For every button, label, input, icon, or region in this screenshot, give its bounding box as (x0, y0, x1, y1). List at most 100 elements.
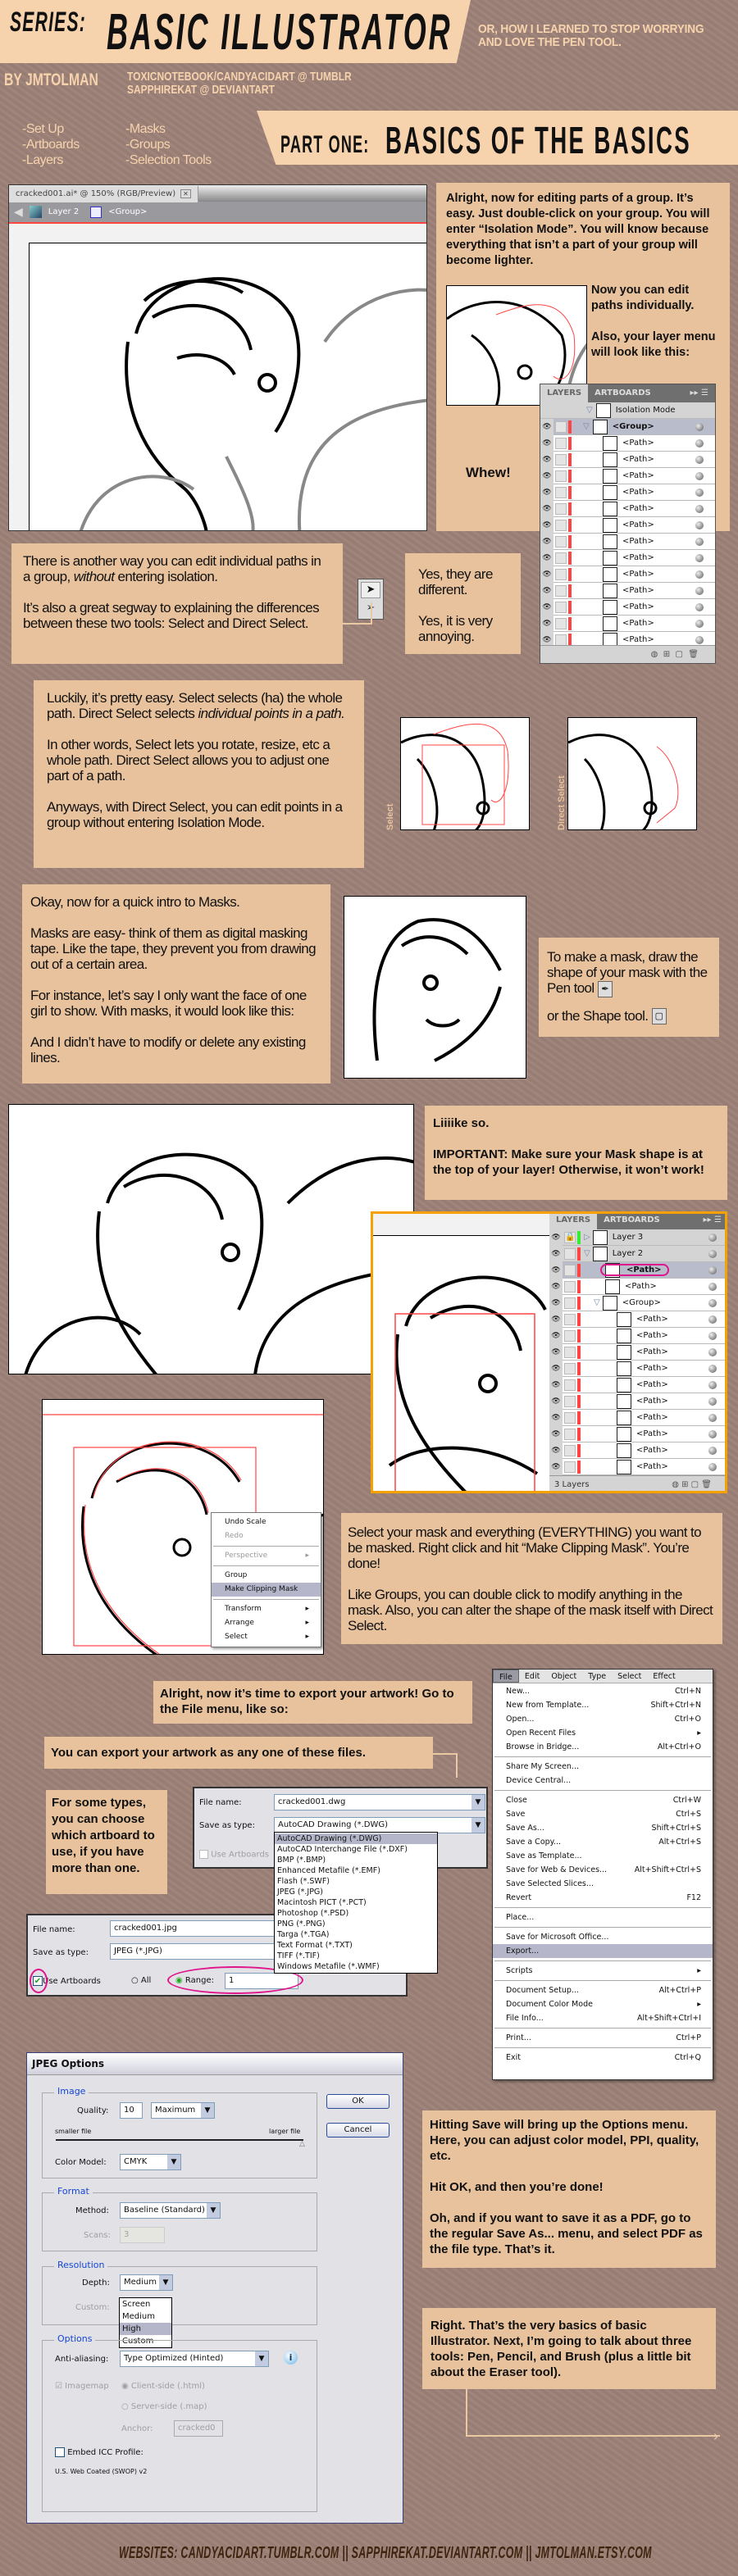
file-type-option[interactable]: Windows Metafile (*.WMF) (275, 1961, 437, 1972)
eye-icon[interactable]: 👁 (540, 516, 554, 534)
breadcrumb-layer[interactable]: Layer 2 (48, 207, 79, 216)
target-circle-icon[interactable] (695, 570, 704, 579)
eye-icon[interactable]: 👁 (540, 598, 554, 616)
make-clipping-mask-icon[interactable]: ◍ (651, 650, 658, 659)
all-radio[interactable]: ○ All (131, 1976, 151, 1985)
layer-row-item[interactable]: 👁 <Path> (549, 1278, 725, 1295)
cancel-button[interactable]: Cancel (326, 2123, 390, 2138)
use-artboards-checkbox[interactable]: Use Artboards (199, 1850, 269, 1860)
file-menu-item[interactable]: Save As... Shift+Ctrl+S (493, 1821, 713, 1835)
file-type-option[interactable]: Targa (*.TGA) (275, 1929, 437, 1940)
eye-icon[interactable]: 👁 (549, 1261, 563, 1279)
layer-row-path[interactable]: 👁 <Path> (540, 582, 715, 599)
lock-toggle[interactable] (555, 601, 567, 613)
lock-toggle[interactable] (555, 634, 567, 646)
target-circle-icon[interactable] (695, 586, 704, 595)
chevron-down-icon[interactable]: ▼ (207, 2203, 220, 2218)
target-circle-icon[interactable] (695, 504, 704, 513)
menubar-item-select[interactable]: Select (612, 1670, 647, 1683)
depth-select[interactable]: Medium ▼ (120, 2274, 173, 2291)
layer-row-layer[interactable]: 👁 🔒 ▷ Layer 3 (549, 1229, 725, 1246)
file-type-option[interactable]: Enhanced Metafile (*.EMF) (275, 1865, 437, 1876)
target-circle-icon[interactable] (695, 619, 704, 628)
eye-icon[interactable]: 👁 (549, 1376, 563, 1393)
lock-toggle[interactable] (555, 453, 567, 466)
lock-toggle[interactable] (564, 1297, 576, 1309)
chevron-down-icon[interactable]: ▼ (159, 2275, 172, 2290)
lock-toggle[interactable] (564, 1247, 576, 1260)
file-menu-item[interactable]: Save Selected Slices... (493, 1877, 713, 1891)
tab-layers[interactable]: LAYERS (549, 1214, 598, 1229)
eye-icon[interactable]: 👁 (540, 451, 554, 468)
eye-icon[interactable]: 👁 (549, 1425, 563, 1442)
menubar-item-type[interactable]: Type (582, 1670, 612, 1683)
expand-triangle-icon[interactable]: ▷ (584, 1233, 590, 1242)
chevron-down-icon[interactable]: ▼ (201, 2103, 214, 2118)
document-tab[interactable]: cracked001.ai* @ 150% (RGB/Preview) ✕ (9, 185, 198, 202)
file-menu-item[interactable]: Close Ctrl+W (493, 1793, 713, 1807)
info-icon[interactable]: i (284, 2351, 298, 2365)
pen-tool-icon[interactable]: ✒ (597, 980, 613, 997)
color-model-select[interactable]: CMYK ▼ (120, 2154, 181, 2170)
layer-row-path[interactable]: 👁 <Path> (540, 451, 715, 468)
target-circle-icon[interactable] (708, 1282, 717, 1291)
context-menu-item[interactable]: Perspective ▸ (212, 1549, 321, 1563)
file-menu-item[interactable]: Revert F12 (493, 1891, 713, 1905)
depth-option[interactable]: Medium (120, 2310, 171, 2323)
target-circle-icon[interactable] (708, 1397, 717, 1406)
file-menu-item[interactable]: Browse in Bridge... Alt+Ctrl+O (493, 1740, 713, 1754)
target-circle-icon[interactable] (708, 1446, 717, 1455)
target-circle-icon[interactable] (708, 1429, 717, 1438)
layer-row-sub[interactable]: 👁 <Path> (549, 1409, 725, 1426)
isolation-mode-row[interactable]: ▽ Isolation Mode (540, 402, 715, 419)
breadcrumb-group[interactable]: <Group> (108, 207, 147, 216)
context-menu-item[interactable]: Make Clipping Mask (212, 1583, 321, 1597)
layer-row-path[interactable]: 👁 <Path> (540, 533, 715, 550)
layer-row-sub[interactable]: 👁 <Path> (549, 1327, 725, 1344)
lock-toggle[interactable] (555, 437, 567, 449)
mask-shape-artwork[interactable] (373, 1235, 554, 1491)
eye-icon[interactable]: 👁 (549, 1294, 563, 1311)
file-menu-item[interactable]: Document Setup... Alt+Ctrl+P (493, 1983, 713, 1997)
lock-toggle[interactable] (564, 1346, 576, 1358)
new-sublayer-icon[interactable]: ⊞ (663, 650, 670, 659)
chevron-down-icon[interactable]: ▼ (167, 2155, 180, 2169)
target-circle-icon[interactable] (708, 1315, 717, 1324)
target-circle-icon[interactable] (695, 602, 704, 611)
lock-toggle[interactable] (564, 1411, 576, 1424)
eye-icon[interactable]: 👁 (549, 1458, 563, 1475)
lock-toggle[interactable] (555, 519, 567, 531)
file-menu-item[interactable]: Open... Ctrl+O (493, 1712, 713, 1726)
target-circle-icon[interactable] (708, 1364, 717, 1373)
context-menu-item[interactable]: Group (212, 1569, 321, 1583)
panel-footer-icons[interactable]: ◍ ⊞ ▢ 🗑 (672, 1476, 712, 1491)
tab-artboards[interactable]: ARTBOARDS (597, 1214, 667, 1229)
group-row[interactable]: 👁 ▽ <Group> (540, 418, 715, 435)
target-circle-icon[interactable] (708, 1347, 717, 1356)
eye-icon[interactable]: 👁 (549, 1392, 563, 1410)
layer-row-sub[interactable]: 👁 <Path> (549, 1425, 725, 1442)
target-circle-icon[interactable] (695, 553, 704, 562)
eye-icon[interactable]: 👁 (549, 1327, 563, 1344)
menubar-item-edit[interactable]: Edit (519, 1670, 545, 1683)
target-circle-icon[interactable] (695, 537, 704, 546)
target-circle-icon[interactable] (695, 488, 704, 497)
shape-tool-icon[interactable]: ▢ (651, 1008, 667, 1025)
chevron-down-icon[interactable]: ▼ (255, 2351, 268, 2366)
layer-row-path[interactable]: 👁 <Path> (540, 467, 715, 484)
file-menu-item[interactable]: Place... (493, 1910, 713, 1924)
quality-slider-thumb[interactable]: △ (299, 2140, 305, 2148)
eye-icon[interactable]: 👁 (540, 566, 554, 583)
chevron-down-icon[interactable]: ▼ (472, 1795, 485, 1810)
expand-triangle-icon[interactable]: ▽ (584, 1249, 590, 1258)
file-type-option[interactable]: Flash (*.SWF) (275, 1876, 437, 1887)
chevron-down-icon[interactable]: ▼ (472, 1818, 485, 1833)
eye-icon[interactable]: 👁 (540, 418, 554, 435)
quality-input[interactable]: 10 (120, 2102, 143, 2119)
eye-icon[interactable]: 👁 (549, 1311, 563, 1328)
target-circle-icon[interactable] (695, 438, 704, 448)
lock-toggle[interactable] (555, 552, 567, 564)
lock-toggle[interactable] (564, 1362, 576, 1374)
file-type-option[interactable]: BMP (*.BMP) (275, 1855, 437, 1865)
context-menu-item[interactable]: Undo Scale (212, 1515, 321, 1529)
